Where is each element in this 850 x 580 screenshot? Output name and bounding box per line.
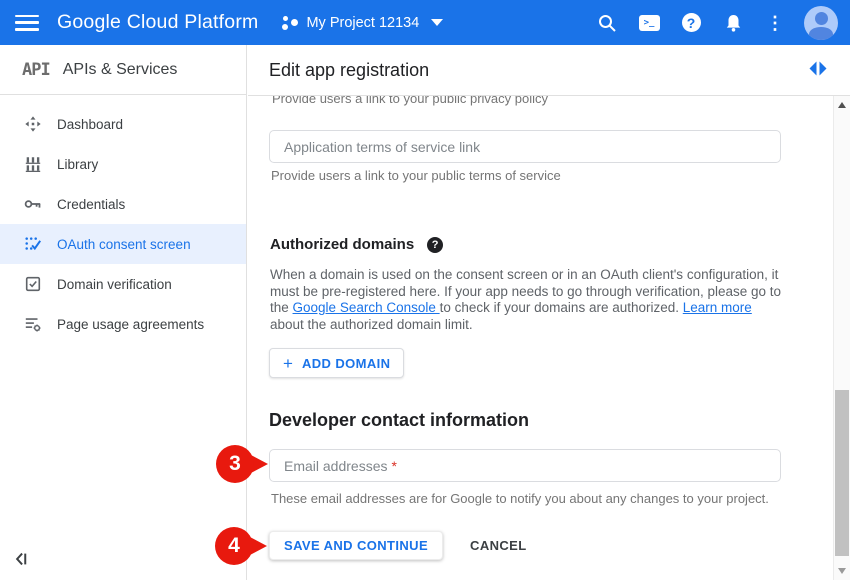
- authorized-domains-heading: Authorized domains ?: [270, 236, 443, 253]
- sidebar-header: API APIs & Services: [0, 45, 246, 95]
- cancel-button[interactable]: CANCEL: [470, 538, 527, 553]
- email-addresses-input[interactable]: Email addresses *: [269, 449, 781, 482]
- scroll-up-arrow-icon[interactable]: [838, 102, 846, 108]
- plus-icon: +: [283, 355, 293, 372]
- developer-contact-heading: Developer contact information: [269, 410, 529, 431]
- help-icon[interactable]: ?: [670, 3, 712, 43]
- vertical-scrollbar[interactable]: [833, 96, 850, 580]
- sidebar-item-library[interactable]: Library: [0, 144, 246, 184]
- notifications-bell-icon[interactable]: [712, 3, 754, 43]
- scrollbar-thumb[interactable]: [835, 390, 849, 556]
- cloud-shell-icon[interactable]: >_: [628, 3, 670, 43]
- google-search-console-link[interactable]: Google Search Console: [293, 300, 440, 315]
- help-tooltip-icon[interactable]: ?: [427, 237, 443, 253]
- chevron-down-icon: [431, 19, 443, 26]
- sidebar-item-domain-verification[interactable]: Domain verification: [0, 264, 246, 304]
- sidebar: API APIs & Services Dashboard Library Cr…: [0, 45, 247, 580]
- checkbox-icon: [24, 275, 42, 293]
- expand-panel-icon[interactable]: [808, 60, 828, 82]
- sidebar-title: APIs & Services: [63, 61, 178, 79]
- learn-more-link[interactable]: Learn more: [683, 300, 752, 315]
- sidebar-item-dashboard[interactable]: Dashboard: [0, 104, 246, 144]
- form-actions: SAVE AND CONTINUE CANCEL: [269, 531, 527, 560]
- sidebar-item-credentials[interactable]: Credentials: [0, 184, 246, 224]
- project-selector[interactable]: My Project 12134: [282, 14, 443, 32]
- search-icon[interactable]: [586, 3, 628, 43]
- api-logo: API: [22, 60, 50, 80]
- top-bar: Google Cloud Platform My Project 12134 >…: [0, 0, 850, 45]
- terms-of-service-helper-text: Provide users a link to your public term…: [271, 168, 561, 183]
- menu-icon[interactable]: [15, 15, 39, 31]
- project-name: My Project 12134: [306, 15, 419, 31]
- add-domain-button[interactable]: + ADD DOMAIN: [269, 348, 404, 378]
- oauth-consent-icon: [24, 235, 42, 253]
- key-icon: [24, 195, 42, 213]
- collapse-sidebar-icon[interactable]: [12, 548, 34, 570]
- required-asterisk: *: [392, 458, 397, 474]
- scroll-down-arrow-icon[interactable]: [838, 568, 846, 574]
- list-gear-icon: [24, 315, 42, 333]
- more-options-icon[interactable]: ⋮: [754, 3, 796, 43]
- form-scroll-area: Provide users a link to your public priv…: [248, 96, 833, 580]
- privacy-policy-helper-text: Provide users a link to your public priv…: [272, 96, 548, 106]
- email-helper-text: These email addresses are for Google to …: [271, 491, 769, 506]
- sidebar-item-oauth-consent-screen[interactable]: OAuth consent screen: [0, 224, 246, 264]
- brand-title: Google Cloud Platform: [57, 11, 258, 34]
- sidebar-item-page-usage-agreements[interactable]: Page usage agreements: [0, 304, 246, 344]
- project-icon: [282, 14, 298, 32]
- avatar[interactable]: [804, 6, 838, 40]
- page-title: Edit app registration: [269, 60, 429, 81]
- authorized-domains-description: When a domain is used on the consent scr…: [270, 267, 786, 333]
- save-and-continue-button[interactable]: SAVE AND CONTINUE: [269, 531, 443, 560]
- library-icon: [24, 155, 42, 173]
- terms-of-service-link-input[interactable]: [269, 130, 781, 163]
- content-header: Edit app registration: [248, 45, 850, 96]
- dashboard-icon: [24, 115, 42, 133]
